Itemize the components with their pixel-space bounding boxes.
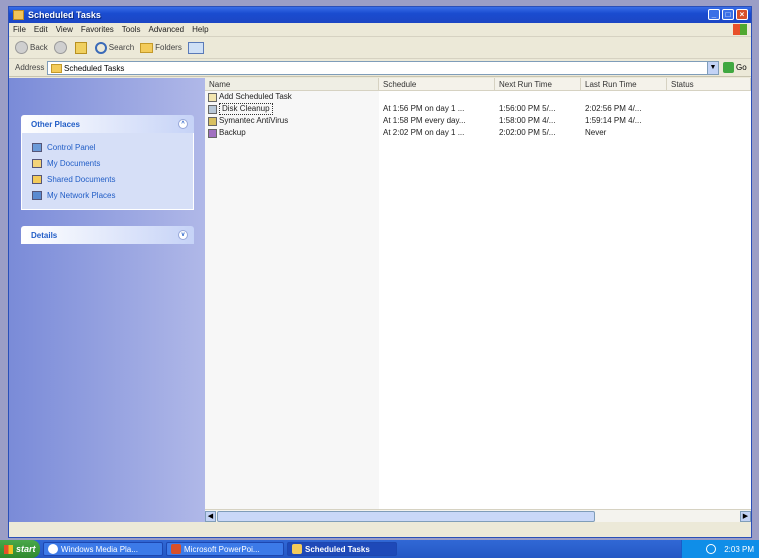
taskbar-windows-media-player[interactable]: Windows Media Pla... [43, 542, 163, 556]
address-value: Scheduled Tasks [64, 63, 125, 73]
place-my-network-places[interactable]: My Network Places [32, 187, 193, 203]
start-button[interactable]: start [0, 540, 40, 558]
back-arrow-icon [15, 41, 28, 54]
up-folder-icon [74, 41, 87, 54]
close-button[interactable]: × [736, 9, 748, 20]
details-panel: Details v [21, 226, 194, 244]
content-area: Other Places ^ Control Panel My Document… [9, 78, 751, 522]
title-bar[interactable]: Scheduled Tasks _ □ × [9, 7, 751, 23]
views-icon [187, 41, 204, 54]
scheduled-tasks-folder-icon [13, 10, 24, 20]
folders-icon [140, 42, 154, 53]
powerpoint-icon [171, 544, 181, 554]
menu-favorites[interactable]: Favorites [77, 25, 118, 34]
column-status[interactable]: Status [667, 78, 751, 90]
address-bar: Address Scheduled Tasks ▼ Go [9, 59, 751, 77]
shared-documents-icon [32, 174, 42, 184]
other-places-panel: Other Places ^ Control Panel My Document… [21, 115, 194, 210]
column-next-run-time[interactable]: Next Run Time [495, 78, 581, 90]
search-button[interactable]: Search [94, 41, 134, 54]
taskbar-scheduled-tasks[interactable]: Scheduled Tasks [287, 542, 397, 556]
windows-logo-icon [733, 24, 747, 35]
system-tray: 2:03 PM [681, 540, 759, 558]
scrollbar-thumb[interactable] [217, 511, 595, 522]
column-name[interactable]: Name [205, 78, 379, 90]
views-button[interactable] [187, 41, 204, 54]
column-schedule[interactable]: Schedule [379, 78, 495, 90]
up-button[interactable] [74, 41, 89, 54]
expand-chevron-icon[interactable]: v [178, 230, 188, 240]
menu-edit[interactable]: Edit [30, 25, 52, 34]
menu-advanced[interactable]: Advanced [144, 25, 188, 34]
address-field[interactable]: Scheduled Tasks ▼ [47, 61, 719, 75]
minimize-button[interactable]: _ [708, 9, 720, 20]
explorer-window: Scheduled Tasks _ □ × File Edit View Fav… [8, 6, 752, 538]
back-button[interactable]: Back [15, 41, 48, 54]
forward-button[interactable] [53, 41, 69, 54]
search-icon [94, 41, 107, 54]
details-header[interactable]: Details v [21, 226, 194, 244]
task-pane: Other Places ^ Control Panel My Document… [9, 78, 205, 522]
windows-flag-icon [4, 544, 13, 554]
other-places-header[interactable]: Other Places ^ [21, 115, 194, 133]
menu-view[interactable]: View [52, 25, 77, 34]
menu-bar: File Edit View Favorites Tools Advanced … [9, 23, 751, 37]
menu-tools[interactable]: Tools [118, 25, 145, 34]
clock[interactable]: 2:03 PM [724, 545, 754, 554]
go-button[interactable]: Go [723, 62, 747, 73]
network-places-icon [32, 190, 42, 200]
column-last-run-time[interactable]: Last Run Time [581, 78, 667, 90]
task-row-disk-cleanup[interactable]: Disk Cleanup At 1:56 PM on day 1 ... 1:5… [205, 103, 751, 115]
scroll-right-icon[interactable]: ▶ [740, 511, 751, 522]
scroll-left-icon[interactable]: ◀ [205, 511, 216, 522]
place-shared-documents[interactable]: Shared Documents [32, 171, 193, 187]
folders-button[interactable]: Folders [140, 42, 182, 53]
standard-toolbar: Back Search Folders [9, 37, 751, 59]
media-player-icon [48, 544, 58, 554]
maximize-button[interactable]: □ [722, 9, 734, 20]
address-label: Address [15, 63, 45, 72]
place-control-panel[interactable]: Control Panel [32, 139, 193, 155]
place-my-documents[interactable]: My Documents [32, 155, 193, 171]
column-headers: Name Schedule Next Run Time Last Run Tim… [205, 78, 751, 91]
taskbar-microsoft-powerpoint[interactable]: Microsoft PowerPoi... [166, 542, 284, 556]
menu-file[interactable]: File [9, 25, 30, 34]
task-row-backup[interactable]: Backup At 2:02 PM on day 1 ... 2:02:00 P… [205, 127, 751, 139]
task-list: Add Scheduled Task Disk Cleanup At 1:56 … [205, 91, 751, 139]
taskbar: start Windows Media Pla... Microsoft Pow… [0, 540, 759, 558]
horizontal-scrollbar[interactable]: ◀ ▶ [205, 509, 751, 522]
sorted-column-shade [205, 91, 379, 509]
forward-arrow-icon [53, 41, 67, 54]
window-title: Scheduled Tasks [28, 10, 101, 20]
control-panel-icon [32, 142, 42, 152]
menu-help[interactable]: Help [188, 25, 212, 34]
scheduled-tasks-icon [292, 544, 302, 554]
my-documents-icon [32, 158, 42, 168]
go-arrow-icon [723, 62, 734, 73]
task-row-add-scheduled-task[interactable]: Add Scheduled Task [205, 91, 751, 103]
address-dropdown-button[interactable]: ▼ [707, 62, 718, 74]
antivirus-icon [208, 116, 217, 126]
backup-icon [208, 128, 217, 138]
collapse-chevron-icon[interactable]: ^ [178, 119, 188, 129]
add-task-icon [208, 92, 217, 102]
task-row-symantec-antivirus[interactable]: Symantec AntiVirus At 1:58 PM every day.… [205, 115, 751, 127]
disk-cleanup-icon [208, 104, 217, 114]
network-tray-icon[interactable] [706, 544, 717, 554]
folder-icon [51, 63, 62, 73]
file-list-pane: Name Schedule Next Run Time Last Run Tim… [205, 78, 751, 522]
